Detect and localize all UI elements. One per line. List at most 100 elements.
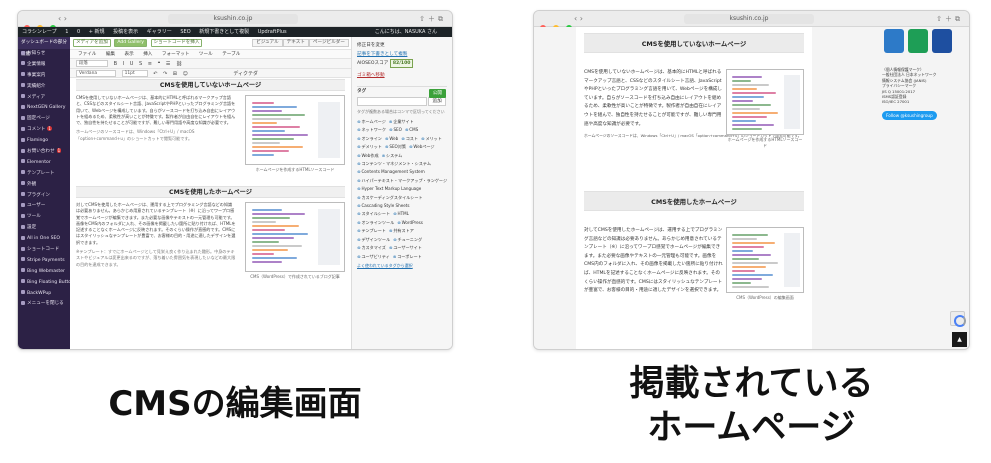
adminbar-updraft[interactable]: UpdraftPlus	[258, 29, 287, 35]
duplicate-draft-link[interactable]: 記事を下書きとして複製	[357, 50, 447, 59]
sidebar-item[interactable]: Stripe Payments	[18, 256, 70, 267]
tag-item[interactable]: ホームページ	[357, 118, 385, 126]
adminbar-seo[interactable]: SEO	[180, 29, 190, 35]
menu-edit[interactable]: 編集	[106, 52, 115, 57]
editor-content[interactable]: CMSを使用していないホームページ CMSを使用していないホームページは、基本的…	[76, 79, 345, 349]
tab-text[interactable]: テキスト	[282, 39, 309, 47]
menu-file[interactable]: ファイル	[78, 52, 96, 57]
sidebar-item[interactable]: All in One SEO	[18, 234, 70, 245]
sidebar-item[interactable]: 設定	[18, 223, 70, 234]
tag-item[interactable]: Web	[385, 135, 398, 143]
tag-item[interactable]: チューニング	[393, 236, 423, 244]
adminbar-duplicate[interactable]: 新規下書きとして複製	[199, 29, 249, 35]
redo-icon[interactable]: ↷	[163, 71, 167, 77]
list-icon[interactable]: ≡	[148, 61, 152, 67]
menu-format[interactable]: フォーマット	[162, 52, 190, 57]
quote-icon[interactable]: ❝	[158, 61, 161, 67]
undo-icon[interactable]: ↶	[153, 71, 157, 77]
adminbar-comments[interactable]: 0	[77, 29, 80, 35]
tag-item[interactable]: コンテンツ・マネジメント・システム	[357, 160, 430, 168]
adminbar-updates[interactable]: 1	[65, 29, 68, 35]
dictate-label[interactable]: ディクテダ	[233, 71, 258, 77]
emoji-icon[interactable]: ☺	[183, 71, 188, 77]
link-icon[interactable]: ⛓	[176, 61, 182, 67]
tab-visual[interactable]: ビジュアル	[252, 39, 283, 47]
tag-item[interactable]: ユーザーサイト	[389, 244, 422, 252]
sidebar-item[interactable]: お知らせ	[18, 49, 70, 60]
sidebar-item[interactable]: Bing Floating Button	[18, 278, 70, 289]
address-bar[interactable]: ksushin.co.jp	[168, 14, 298, 24]
format-select[interactable]: 段落	[76, 60, 108, 67]
share-newtab-icon[interactable]: ⇧＋⧉	[419, 14, 446, 24]
twitter-follow-button[interactable]: Follow @ksushingroup	[882, 110, 937, 120]
adminbar-view-post[interactable]: 投稿を表示	[113, 29, 138, 35]
back-forward-icon[interactable]: ‹ ›	[58, 14, 67, 24]
tag-item[interactable]: オンライン	[357, 135, 381, 143]
tag-item[interactable]: テンプレート	[357, 227, 385, 235]
tag-item[interactable]: Web作成	[357, 152, 378, 160]
align-icon[interactable]: ☰	[166, 61, 170, 67]
tag-item[interactable]: コスト	[401, 135, 418, 143]
tag-item[interactable]: システム	[382, 152, 402, 160]
scroll-top-button[interactable]: ▲	[952, 332, 967, 347]
adminbar-gallery[interactable]: ギャラリー	[147, 29, 172, 35]
sidebar-item[interactable]: 実績紹介	[18, 82, 70, 93]
underline-icon[interactable]: U	[130, 61, 134, 67]
tag-item[interactable]: デメリット	[357, 143, 381, 151]
sidebar-item[interactable]: テンプレート	[18, 169, 70, 180]
sidebar-item[interactable]: 固定ページ	[18, 114, 70, 125]
tag-item[interactable]: オンラインツール	[357, 219, 394, 227]
tag-item[interactable]: ユーザビリティ	[357, 253, 389, 261]
html-source-screenshot[interactable]: ホームページを作成するHTMLソースコード	[245, 95, 345, 173]
menu-view[interactable]: 表示	[125, 52, 134, 57]
sidebar-item[interactable]: Bing Webmaster	[18, 267, 70, 278]
sidebar-item[interactable]: Elementor	[18, 158, 70, 169]
sidebar-item[interactable]: ショートコード	[18, 245, 70, 256]
sidebar-item[interactable]: メディア	[18, 93, 70, 104]
sidebar-item[interactable]: 外観	[18, 180, 70, 191]
tag-item[interactable]: 企業サイト	[389, 118, 413, 126]
add-tag-button[interactable]: 追加	[428, 97, 446, 106]
trash-link[interactable]: ゴミ箱へ移動	[357, 71, 447, 80]
sidebar-item[interactable]: メニューを閉じる	[18, 299, 70, 310]
publish-button[interactable]: 公開	[428, 89, 446, 98]
insert-shortcode-button[interactable]: ショートコードを挿入	[150, 39, 203, 47]
most-used-tags-link[interactable]: よく使われているタグから選択	[357, 261, 447, 270]
back-forward-icon[interactable]: ‹ ›	[574, 14, 583, 24]
recaptcha-icon[interactable]	[950, 311, 966, 327]
modify-date-checkbox[interactable]: 修正日を変更	[357, 41, 447, 50]
tag-item[interactable]: コーポレート	[393, 253, 422, 261]
tag-item[interactable]: スタイルシート	[357, 210, 390, 218]
html-source-screenshot[interactable]: ホームページを作成するHTMLソースコード	[726, 69, 804, 149]
sidebar-item[interactable]: お問い合わせ 1	[18, 147, 70, 158]
sidebar-item[interactable]: 事業案内	[18, 71, 70, 82]
add-gallery-button[interactable]: Add Gallery	[114, 39, 148, 47]
tag-item[interactable]: カスタマイズ	[357, 244, 385, 252]
strikethrough-icon[interactable]: S	[139, 61, 142, 67]
sidebar-item[interactable]: NextGEN Gallery	[18, 103, 70, 114]
tag-item[interactable]: Hyper Text Markup Language	[357, 185, 421, 193]
bold-icon[interactable]: B	[114, 61, 117, 67]
menu-tools[interactable]: ツール	[199, 52, 213, 57]
sidebar-item[interactable]: プラグイン	[18, 191, 70, 202]
share-newtab-icon[interactable]: ⇧＋⧉	[936, 14, 963, 24]
tab-page-builder[interactable]: ページビルダー	[308, 39, 349, 47]
font-family-select[interactable]: Verdana	[76, 70, 116, 77]
tag-item[interactable]: Webページ	[409, 143, 434, 151]
add-media-button[interactable]: メディアを追加	[73, 39, 111, 47]
tag-item[interactable]: CMS	[405, 126, 418, 134]
sidebar-item[interactable]: コメント 1	[18, 125, 70, 136]
adminbar-site[interactable]: コラシンレープ	[22, 29, 57, 35]
adminbar-new[interactable]: + 新規	[89, 29, 105, 35]
sidebar-item[interactable]: Flamingo	[18, 136, 70, 147]
tag-item[interactable]: Contents Management System	[357, 168, 424, 176]
sidebar-item[interactable]: ユーザー	[18, 201, 70, 212]
table-icon[interactable]: ⊞	[173, 71, 177, 77]
wordpress-blog-screenshot[interactable]: CMS（WordPress）で作成されているブログ記事	[245, 202, 345, 280]
tag-item[interactable]: HTML	[393, 210, 409, 218]
sidebar-item[interactable]: 企業情報	[18, 60, 70, 71]
tag-item[interactable]: SEO対策	[385, 143, 406, 151]
sidebar-item[interactable]: BackWPup	[18, 289, 70, 300]
address-bar[interactable]: ksushin.co.jp	[684, 14, 814, 24]
menu-insert[interactable]: 挿入	[143, 52, 152, 57]
